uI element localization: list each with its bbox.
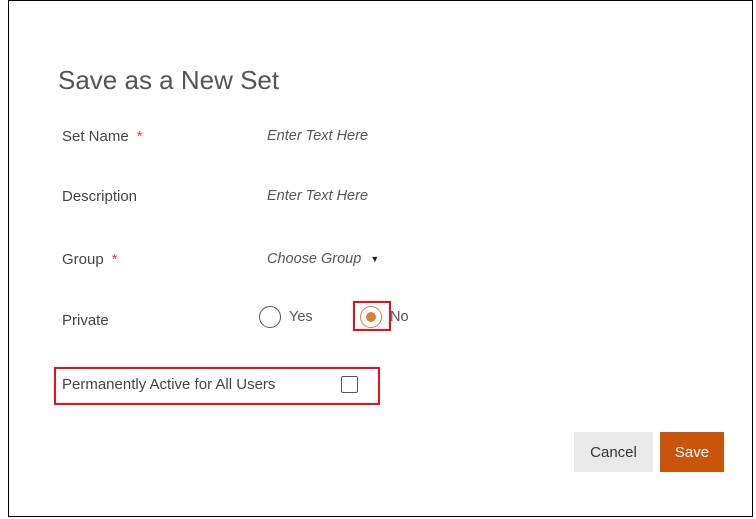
description-input[interactable] bbox=[267, 188, 467, 204]
group-select-value: Choose Group bbox=[267, 251, 362, 267]
radio-yes-label: Yes bbox=[289, 309, 313, 325]
dialog-title: Save as a New Set bbox=[58, 65, 280, 95]
set-name-label: Set Name * bbox=[62, 128, 143, 145]
caret-down-icon: ▼ bbox=[370, 254, 380, 264]
group-label-text: Group bbox=[62, 251, 104, 268]
save-button[interactable]: Save bbox=[660, 432, 724, 472]
radio-no-label: No bbox=[390, 309, 409, 325]
radio-yes[interactable] bbox=[259, 306, 281, 328]
required-marker: * bbox=[136, 128, 143, 145]
permanently-active-checkbox[interactable] bbox=[341, 376, 358, 393]
description-label: Description bbox=[62, 188, 138, 205]
private-label: Private bbox=[62, 312, 109, 329]
permanently-active-label: Permanently Active for All Users bbox=[62, 376, 276, 393]
required-marker: * bbox=[111, 251, 118, 268]
set-name-label-text: Set Name bbox=[62, 128, 129, 145]
group-label: Group * bbox=[62, 251, 118, 268]
private-yes-option[interactable]: Yes bbox=[259, 306, 313, 328]
save-set-dialog: Save as a New Set Set Name* Description … bbox=[8, 0, 753, 517]
set-name-input[interactable] bbox=[267, 128, 467, 144]
group-select[interactable]: Choose Group ▼ bbox=[267, 251, 379, 267]
cancel-button[interactable]: Cancel bbox=[574, 432, 653, 472]
highlight-box-no bbox=[353, 301, 391, 331]
